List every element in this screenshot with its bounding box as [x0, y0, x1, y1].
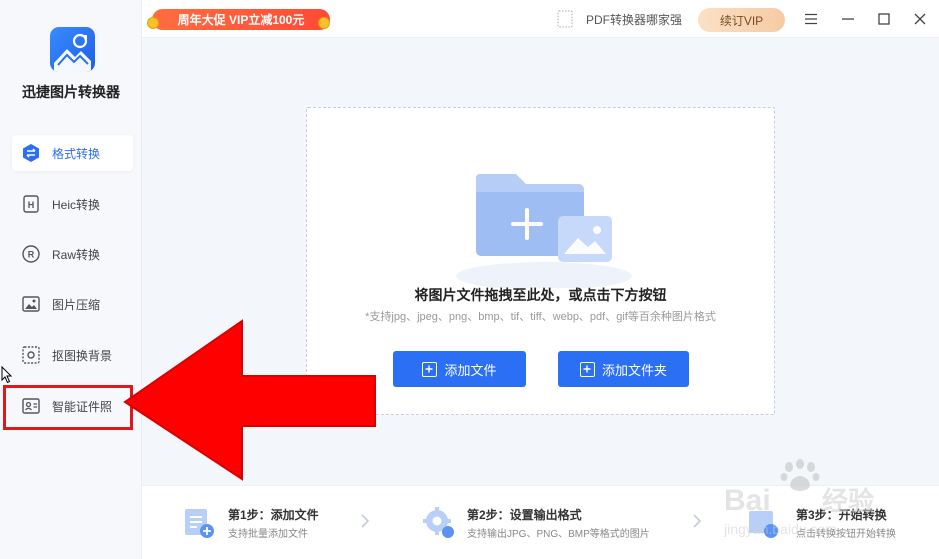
maximize-icon[interactable] [875, 10, 893, 28]
svg-text:H: H [28, 200, 35, 210]
sidebar-item-label: Heic转换 [52, 197, 101, 212]
sidebar-item-raw[interactable]: R Raw转换 [12, 236, 133, 272]
pdf-converter-link[interactable]: PDF转换器哪家强 [556, 10, 682, 28]
raw-icon: R [21, 244, 41, 264]
mouse-cursor-icon [1, 365, 13, 389]
svg-text:jingyan.baidu.com: jingyan.baidu.com [723, 521, 837, 537]
pdf-icon [557, 10, 573, 28]
settings-step-icon [423, 507, 454, 538]
coin-icon [147, 17, 159, 29]
add-file-label: 添加文件 [444, 362, 497, 378]
sidebar: 迅捷图片转换器 格式转换 H Heic转换 R Raw转换 图片压缩 抠图换背景… [0, 0, 142, 559]
add-file-step-icon [185, 509, 214, 538]
step-1-title: 第1步：添加文件 [228, 508, 319, 522]
promo-banner[interactable]: 周年大促 VIP立减100元 [152, 9, 330, 30]
add-file-icon [422, 361, 438, 377]
svg-text:R: R [28, 250, 35, 260]
menu-icon[interactable] [802, 10, 820, 28]
sidebar-item-heic[interactable]: H Heic转换 [12, 186, 133, 222]
heic-icon: H [21, 194, 41, 214]
svg-text:Bai: Bai [724, 484, 771, 517]
sidebar-item-cutout[interactable]: 抠图换背景 [12, 337, 133, 373]
renew-vip-button[interactable]: 续订VIP [698, 8, 785, 32]
drop-zone-subtitle: *支持jpg、jpeg、png、bmp、tif、tiff、webp、pdf、gi… [365, 311, 716, 323]
sidebar-item-label: 抠图换背景 [52, 348, 113, 363]
app-logo-icon [50, 27, 95, 72]
coin-icon [318, 17, 330, 29]
annotation-highlight-box [3, 385, 133, 430]
baidu-jingyan-watermark-logo: Bai 经验 jingyan.baidu.com [723, 459, 874, 537]
promo-text: 周年大促 VIP立减100元 [177, 13, 305, 27]
annotation-arrow [123, 319, 376, 481]
cutout-icon [21, 345, 41, 365]
app-name: 迅捷图片转换器 [22, 84, 120, 100]
pdf-link-label: PDF转换器哪家强 [586, 12, 683, 27]
minimize-icon[interactable] [839, 10, 857, 28]
sidebar-item-label: Raw转换 [52, 247, 101, 262]
add-folder-label: 添加文件夹 [601, 362, 667, 378]
top-bar: 周年大促 VIP立减100元 PDF转换器哪家强 续订VIP [142, 0, 939, 38]
add-file-button[interactable]: 添加文件 [393, 351, 526, 387]
drop-zone-title: 将图片文件拖拽至此处，或点击下方按钮 [414, 287, 667, 303]
step-2-desc: 支持输出JPG、PNG、BMP等格式的图片 [467, 529, 650, 540]
chevron-right-icon [693, 514, 702, 528]
add-folder-icon [579, 361, 595, 377]
add-folder-button[interactable]: 添加文件夹 [558, 351, 689, 387]
close-icon[interactable] [911, 10, 929, 28]
sidebar-item-format-convert[interactable]: 格式转换 [12, 135, 133, 171]
sidebar-item-compress[interactable]: 图片压缩 [12, 286, 133, 322]
step-2-title: 第2步：设置输出格式 [467, 508, 582, 522]
folder-image-icon [456, 174, 632, 288]
svg-text:经验: 经验 [822, 486, 874, 516]
image-compress-icon [21, 294, 41, 314]
step-1-desc: 支持批量添加文件 [228, 529, 308, 540]
sidebar-item-label: 图片压缩 [52, 297, 101, 312]
chevron-right-icon [361, 514, 370, 528]
renew-vip-label: 续订VIP [719, 13, 764, 28]
swap-icon [21, 143, 41, 163]
sidebar-item-label: 格式转换 [52, 146, 101, 161]
